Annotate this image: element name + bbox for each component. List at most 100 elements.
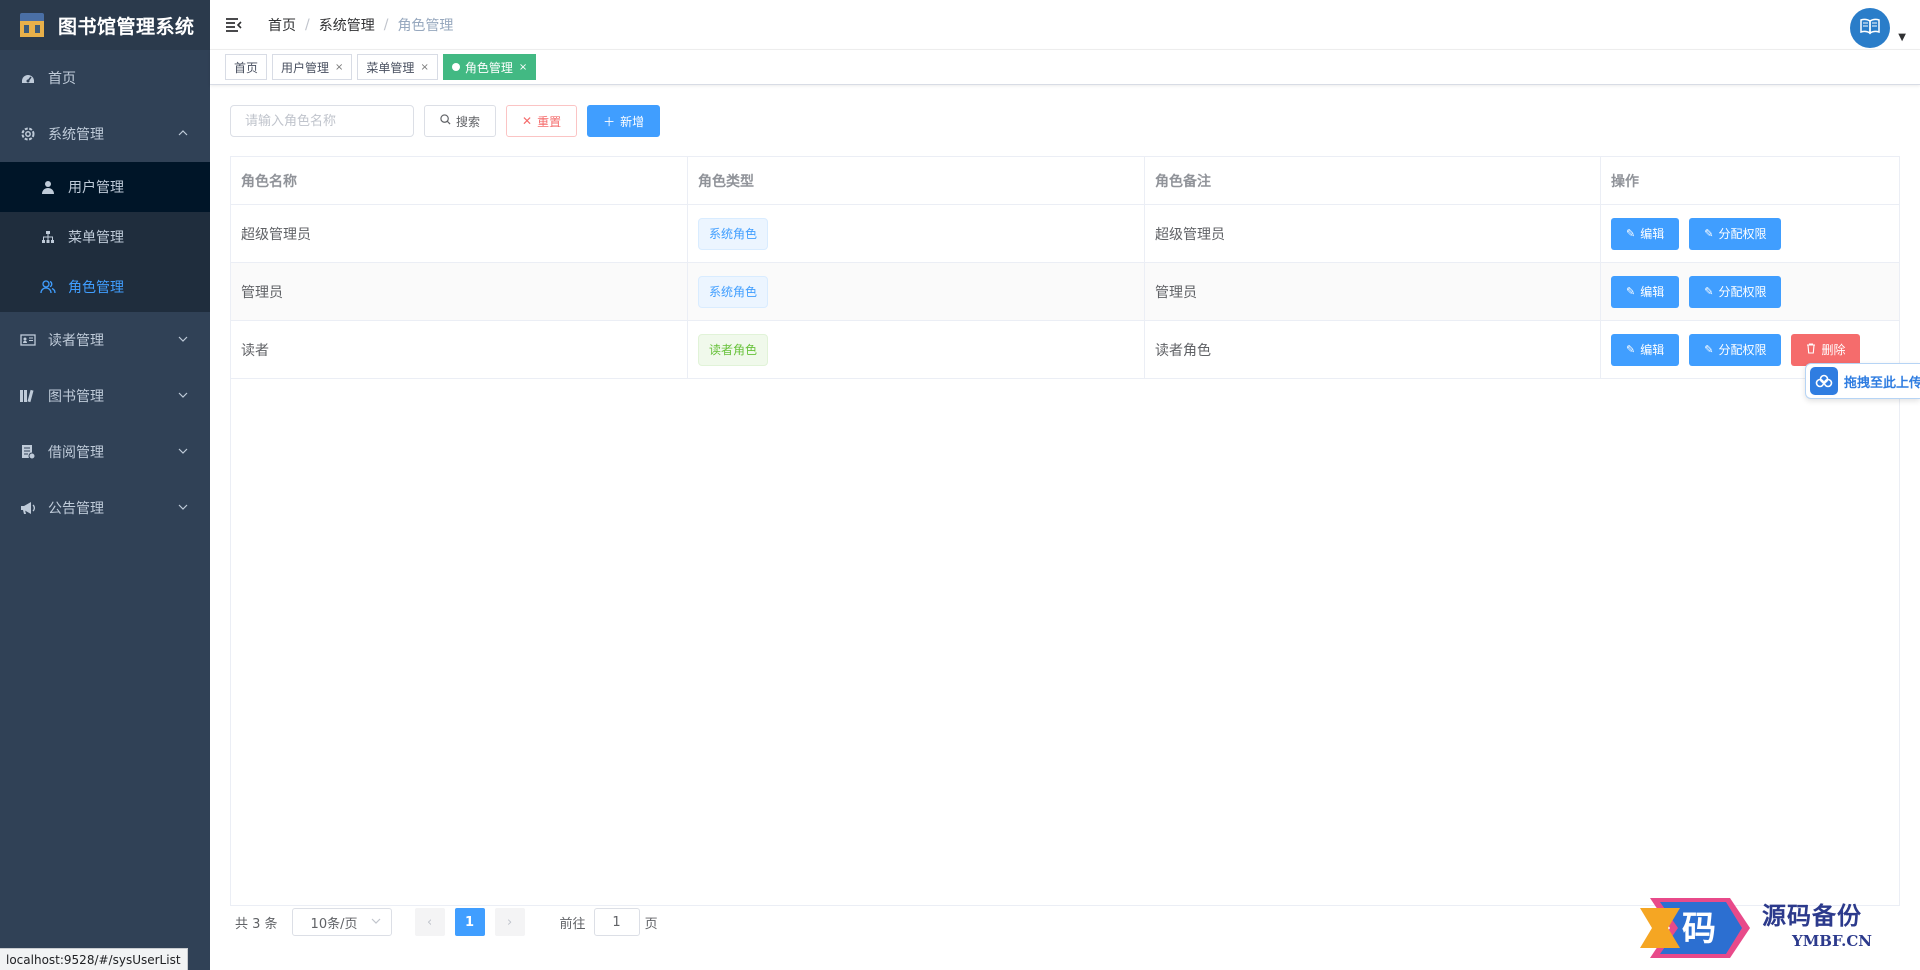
tag-user-management[interactable]: 用户管理 × [272,54,353,80]
logo[interactable]: 图书馆管理系统 [0,0,210,50]
tag-menu-management[interactable]: 菜单管理 × [357,54,438,80]
gear-icon [18,124,38,144]
add-role-button[interactable]: ＋ 新增 [587,105,661,137]
role-name-cell: 管理员 [231,263,688,320]
assign-permissions-button[interactable]: ✎ 分配权限 [1689,217,1782,250]
sidebar-item-user-management[interactable]: 用户管理 [0,162,210,212]
user-icon [38,177,58,197]
close-icon[interactable]: × [519,62,527,73]
sidebar-item-label: 菜单管理 [68,230,124,246]
add-button-label: 新增 [620,114,645,129]
tree-icon [38,227,58,247]
system-submenu: 用户管理 菜单管理 角色管理 [0,162,210,312]
breadcrumb-separator: / [305,16,310,33]
caret-down-icon[interactable]: ▼ [1898,32,1906,43]
edit-icon: ✎ [1704,227,1714,240]
breadcrumb-item[interactable]: 首页 [268,15,296,35]
edit-button-label: 编辑 [1640,343,1665,357]
watermark-logo-icon: 码 [1640,898,1750,958]
assign-permissions-button[interactable]: ✎ 分配权限 [1689,333,1782,366]
books-icon [18,386,38,406]
breadcrumb-item-current: 角色管理 [397,17,454,34]
edit-button-label: 编辑 [1640,227,1665,241]
search-toolbar: 搜索 ✕ 重置 ＋ 新增 [230,105,661,137]
close-icon[interactable]: × [335,62,343,73]
breadcrumb-separator: / [383,16,389,33]
drag-upload-widget[interactable]: 拖拽至此上传 [1805,363,1920,399]
tag-label: 首页 [234,60,259,75]
sidebar-item-label: 图书管理 [48,389,104,405]
tag-home[interactable]: 首页 [225,54,268,80]
search-button[interactable]: 搜索 [424,105,497,137]
sidebar-item-label: 借阅管理 [48,445,104,461]
role-name-search-input[interactable] [230,105,414,137]
prev-page-button[interactable]: ‹ [414,908,445,936]
pagination-total: 共 3 条 [235,916,278,932]
avatar[interactable] [1850,8,1890,48]
column-header: 角色名称 [231,157,688,204]
next-page-button[interactable]: › [494,908,525,936]
sidebar-item-label: 公告管理 [48,501,104,517]
sidebar-item-borrowing[interactable]: 借阅管理 [0,424,210,480]
delete-button[interactable]: 删除 [1791,333,1861,366]
tag-role-management[interactable]: 角色管理 × [442,54,537,80]
actions-cell: ✎ 编辑 ✎ 分配权限 [1601,263,1899,320]
edit-button[interactable]: ✎ 编辑 [1611,333,1680,366]
assign-permissions-label: 分配权限 [1718,343,1767,357]
goto-page-input[interactable]: 1 [593,908,640,936]
edit-icon: ✎ [1704,343,1714,356]
actions-cell: ✎ 编辑 ✎ 分配权限 [1601,205,1899,262]
role-type-tag: 读者角色 [698,333,769,366]
assign-permissions-button[interactable]: ✎ 分配权限 [1689,275,1782,308]
sidebar-item-label: 读者管理 [48,333,104,349]
dashboard-icon [18,68,38,88]
chevron-right-icon: › [506,914,513,930]
sidebar-item-readers[interactable]: 读者管理 [0,312,210,368]
navbar: 首页 / 系统管理 / 角色管理 ▼ [210,0,1920,50]
edit-icon: ✎ [1626,227,1636,240]
chevron-down-icon [371,915,381,930]
trash-icon [1806,342,1816,357]
drag-upload-label: 拖拽至此上传 [1844,375,1920,391]
watermark-glyph: 码 [1682,909,1716,949]
role-remark-cell: 超级管理员 [1145,205,1601,262]
sidebar-item-menu-management[interactable]: 菜单管理 [0,212,210,262]
table-row: 管理员 系统角色 管理员 ✎ 编辑 ✎ 分配权限 [231,263,1899,321]
close-icon[interactable]: × [420,62,428,73]
edit-button[interactable]: ✎ 编辑 [1611,275,1680,308]
page-number-button[interactable]: 1 [454,908,485,936]
reset-button-label: 重置 [537,114,562,129]
page-size-select[interactable]: 10条/页 [291,908,392,936]
column-header: 角色备注 [1145,157,1601,204]
sidebar-item-announcements[interactable]: 公告管理 [0,480,210,536]
tag-label: 角色管理 [464,60,513,75]
role-remark-cell: 读者角色 [1145,321,1601,378]
role-name-cell: 超级管理员 [231,205,688,262]
breadcrumb-item[interactable]: 系统管理 [319,15,375,35]
edit-button[interactable]: ✎ 编辑 [1611,217,1680,250]
watermark: 码 源码备份 YMBF.CN [1630,888,1920,968]
table-header: 角色名称 角色类型 角色备注 操作 [231,157,1899,205]
role-type-cell: 系统角色 [688,263,1145,320]
app-title: 图书馆管理系统 [58,15,195,38]
sidebar: 图书馆管理系统 首页 系统管理 用户管理 菜单管理 角色管理 读者管理 图书管理… [0,0,210,970]
page-size-value: 10条/页 [310,916,358,932]
active-dot-icon [451,63,460,71]
plus-icon: ＋ [603,114,616,129]
megaphone-icon [18,498,38,518]
sidebar-item-home[interactable]: 首页 [0,50,210,106]
edit-button-label: 编辑 [1640,285,1665,299]
assign-permissions-label: 分配权限 [1718,285,1767,299]
breadcrumb: 首页 / 系统管理 / 角色管理 [268,15,453,35]
chevron-down-icon [178,500,188,516]
role-name-cell: 读者 [231,321,688,378]
reset-button[interactable]: ✕ 重置 [506,105,578,137]
sidebar-item-books[interactable]: 图书管理 [0,368,210,424]
edit-icon: ✎ [1626,285,1636,298]
peoples-icon [38,277,58,297]
chevron-up-icon [178,126,188,142]
hamburger-menu-icon[interactable] [210,0,258,50]
sidebar-item-label: 系统管理 [48,127,104,143]
sidebar-item-role-management[interactable]: 角色管理 [0,262,210,312]
sidebar-item-system[interactable]: 系统管理 [0,106,210,162]
